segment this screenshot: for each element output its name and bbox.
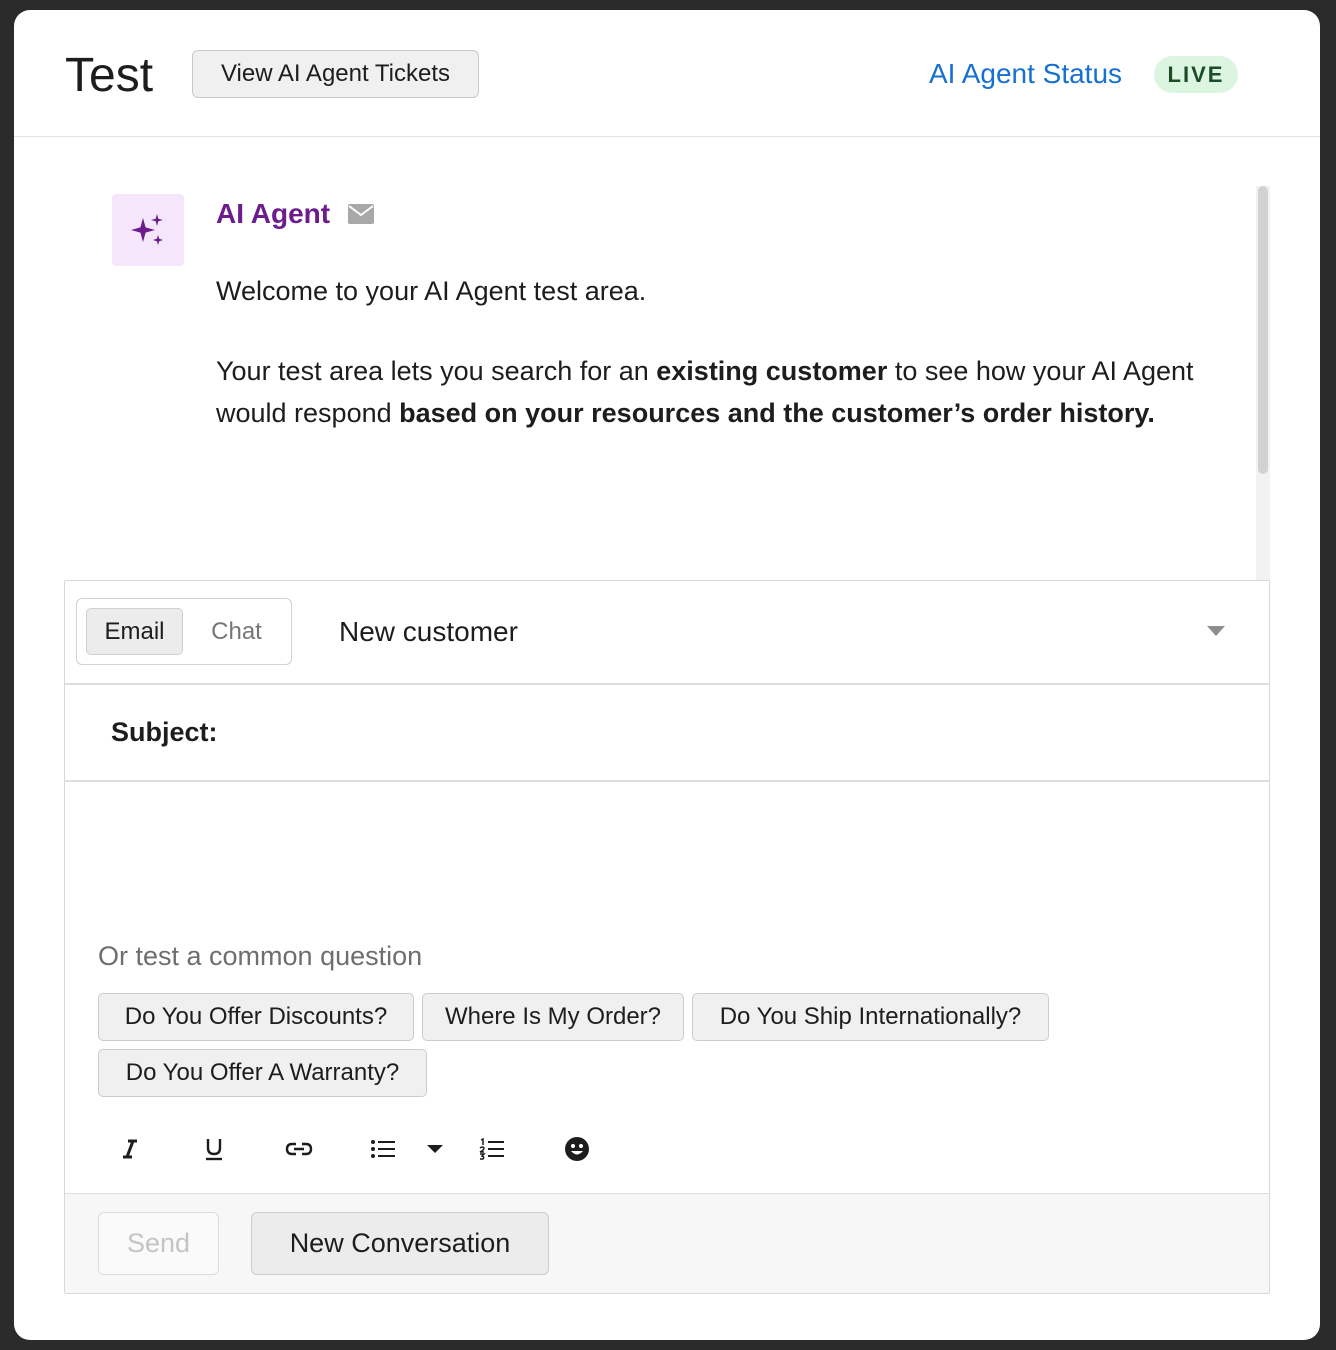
underline-button[interactable]: [194, 1129, 234, 1169]
italic-icon: [123, 1139, 137, 1159]
welcome-message: Welcome to your AI Agent test area.: [216, 276, 647, 306]
link-button[interactable]: [279, 1129, 319, 1169]
italic-button[interactable]: [110, 1129, 150, 1169]
tab-email[interactable]: Email: [86, 608, 183, 655]
customer-select[interactable]: New customer: [305, 598, 1225, 665]
emoji-icon: [565, 1137, 589, 1161]
customer-select-value: New customer: [339, 616, 518, 647]
caret-down-icon: [1207, 626, 1225, 636]
status-badge: LIVE: [1154, 56, 1238, 93]
header: Test View AI Agent Tickets AI Agent Stat…: [14, 10, 1320, 137]
link-icon: [285, 1142, 313, 1156]
message-body-input[interactable]: [95, 791, 1235, 921]
chevron-down-icon: [427, 1145, 443, 1153]
bullet-list-icon: [371, 1140, 395, 1158]
common-question-label: Or test a common question: [98, 941, 423, 971]
numbered-list-icon: [479, 1138, 504, 1160]
composer-footer: Send New Conversation: [65, 1193, 1269, 1293]
common-question-chip[interactable]: Do You Offer A Warranty?: [98, 1049, 427, 1097]
intro-message: Your test area lets you search for an ex…: [216, 350, 1216, 434]
test-panel: Test View AI Agent Tickets AI Agent Stat…: [14, 10, 1320, 1340]
channel-toggle: Email Chat: [76, 598, 292, 665]
send-button[interactable]: Send: [98, 1212, 219, 1275]
bullet-list-button[interactable]: [363, 1129, 403, 1169]
common-question-chip[interactable]: Do You Ship Internationally?: [692, 993, 1049, 1041]
sparkles-icon: [131, 214, 163, 245]
common-question-chip[interactable]: Do You Offer Discounts?: [98, 993, 414, 1041]
view-ai-agent-tickets-button[interactable]: View AI Agent Tickets: [192, 50, 479, 98]
page-title: Test: [65, 49, 154, 102]
sender-name: AI Agent: [216, 198, 331, 229]
intro-bold-2: based on your resources and the customer…: [399, 398, 1155, 428]
divider: [65, 683, 1269, 685]
divider: [65, 780, 1269, 782]
numbered-list-button[interactable]: [472, 1129, 512, 1169]
intro-text-1: Your test area lets you search for an: [216, 356, 657, 386]
scrollbar-thumb[interactable]: [1258, 186, 1268, 474]
subject-label: Subject:: [111, 717, 218, 747]
tab-chat[interactable]: Chat: [189, 608, 284, 655]
subject-input[interactable]: [235, 707, 1235, 757]
mail-icon: [348, 204, 374, 224]
new-conversation-button[interactable]: New Conversation: [251, 1212, 549, 1275]
ai-agent-avatar: [112, 194, 184, 266]
intro-bold-1: existing customer: [656, 356, 888, 386]
common-question-chip[interactable]: Where Is My Order?: [422, 993, 684, 1041]
ai-agent-status-link[interactable]: AI Agent Status: [929, 58, 1122, 90]
underline-icon: [206, 1139, 222, 1161]
list-options-dropdown[interactable]: [415, 1129, 455, 1169]
composer: Email Chat New customer Subject: Or test…: [64, 580, 1270, 1294]
emoji-button[interactable]: [557, 1129, 597, 1169]
